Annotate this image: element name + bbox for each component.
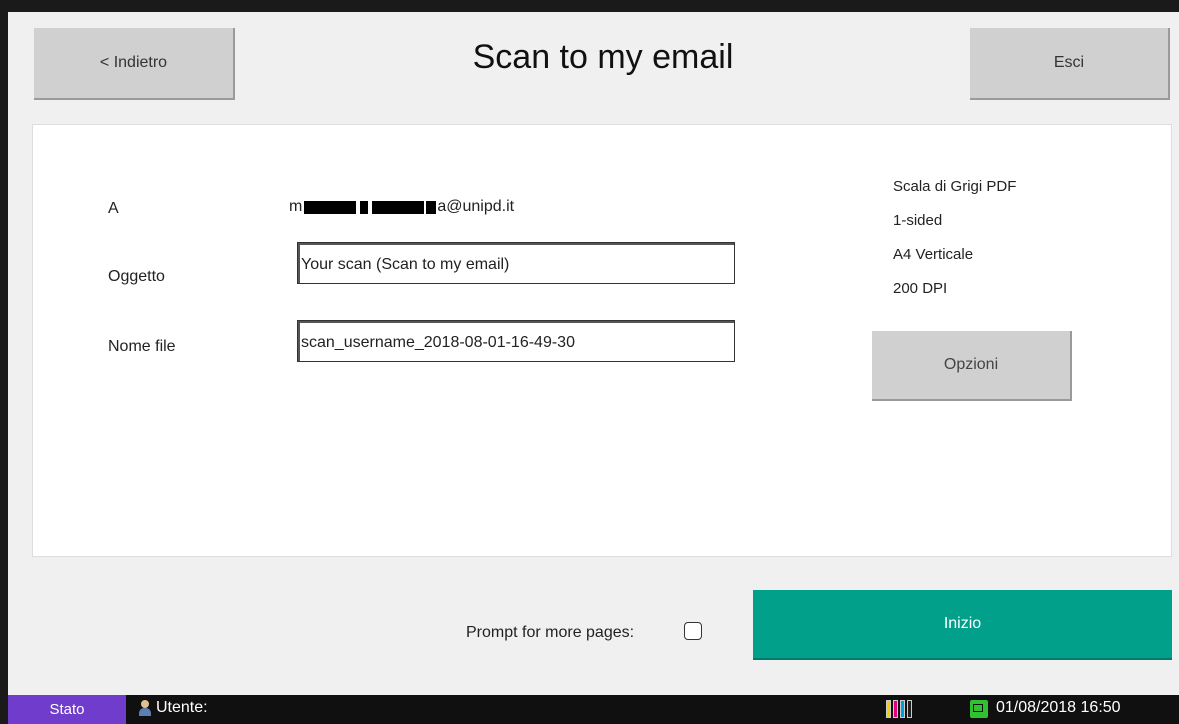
- user-label: Utente:: [156, 699, 208, 716]
- redaction-bar: [304, 200, 357, 214]
- to-value-suffix: a@unipd.it: [437, 198, 515, 215]
- redaction-bar: [360, 200, 369, 214]
- page-title: Scan to my email: [472, 38, 734, 76]
- paper-setting: A4 Verticale: [893, 246, 974, 263]
- display-icon[interactable]: [970, 700, 988, 718]
- prompt-more-pages-label: Prompt for more pages:: [466, 624, 635, 641]
- resolution-setting: 200 DPI: [893, 280, 948, 297]
- start-button[interactable]: Inizio: [753, 590, 1172, 660]
- status-bar: Stato Utente: 01/08/2018 16:50: [8, 695, 1179, 724]
- toner-black-bar: [907, 700, 912, 718]
- color-mode-setting: Scala di Grigi PDF: [893, 178, 1017, 195]
- sides-setting: 1-sided: [893, 212, 943, 229]
- redaction-bar: [426, 200, 437, 214]
- user-indicator: Utente:: [138, 699, 208, 717]
- back-button[interactable]: < Indietro: [34, 28, 235, 100]
- stato-button[interactable]: Stato: [8, 695, 126, 724]
- user-icon: [138, 700, 152, 716]
- scan-screen: < Indietro Scan to my email Esci A m a@u…: [8, 12, 1179, 695]
- toner-magenta-bar: [893, 700, 898, 718]
- toner-level-icon[interactable]: [886, 700, 912, 718]
- toner-cyan-bar: [900, 700, 905, 718]
- subject-label: Oggetto: [108, 268, 165, 285]
- datetime: 01/08/2018 16:50: [996, 699, 1121, 716]
- scan-form-panel: A m a@unipd.it Oggetto Nome file Scala d…: [32, 124, 1172, 557]
- filename-label: Nome file: [108, 338, 176, 355]
- redaction-bar: [372, 200, 425, 214]
- toner-yellow-bar: [886, 700, 891, 718]
- to-value-prefix: m: [289, 198, 303, 215]
- to-value: m a@unipd.it: [289, 198, 514, 216]
- subject-input[interactable]: [297, 242, 735, 284]
- prompt-more-pages-checkbox[interactable]: [684, 622, 702, 640]
- options-button[interactable]: Opzioni: [872, 331, 1072, 401]
- to-label: A: [108, 200, 119, 217]
- exit-button[interactable]: Esci: [970, 28, 1170, 100]
- filename-input[interactable]: [297, 320, 735, 362]
